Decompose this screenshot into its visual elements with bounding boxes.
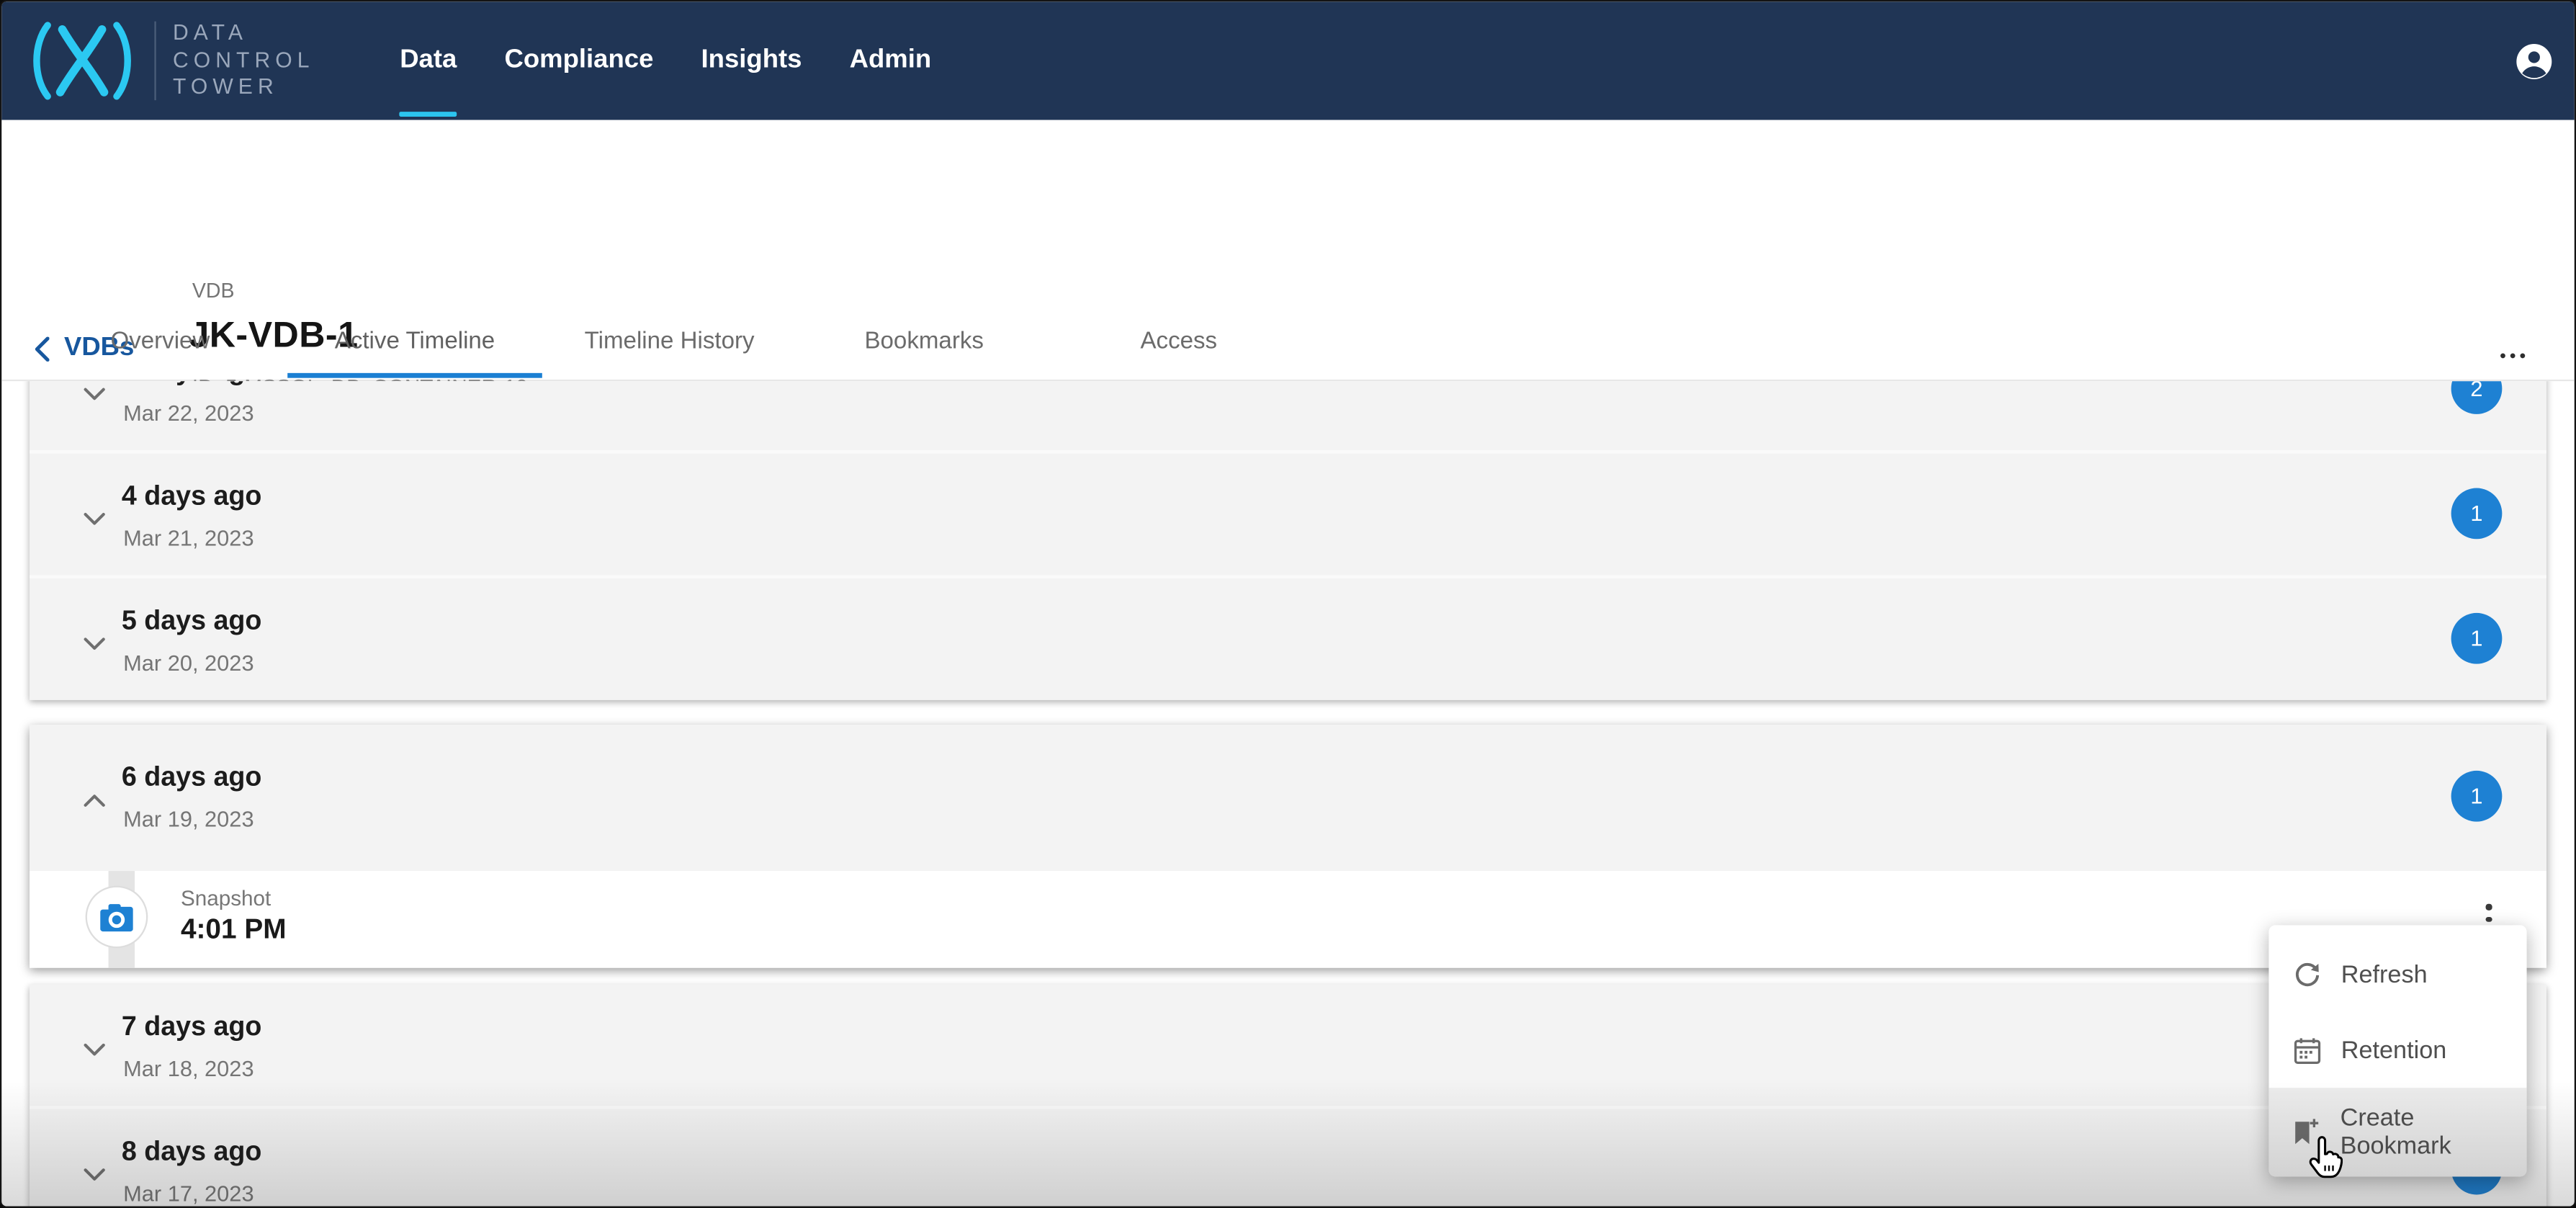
- row-date: Mar 22, 2023: [123, 401, 254, 426]
- event-time: 4:01 PM: [181, 913, 287, 947]
- entity-type-label: VDB: [192, 279, 235, 303]
- page-header: VDBs VDB JK-VDB-1 ID: 5-MSSQL_DB_CONTAIN…: [1, 120, 2574, 382]
- nav-item-data[interactable]: Data: [400, 1, 457, 120]
- nav-item-compliance[interactable]: Compliance: [504, 1, 653, 120]
- menu-item-retention[interactable]: Retention: [2268, 1012, 2526, 1088]
- tab-bar: Overview Active Timeline Timeline Histor…: [33, 328, 1306, 380]
- chevron-up-icon[interactable]: [84, 794, 105, 807]
- row-date: Mar 20, 2023: [123, 650, 254, 675]
- event-type-label: Snapshot: [181, 886, 271, 911]
- timeline-list: 3 days ago Mar 22, 2023 2 4 days ago Mar…: [1, 381, 2574, 1207]
- row-date: Mar 21, 2023: [123, 526, 254, 550]
- row-date: Mar 18, 2023: [123, 1057, 254, 1081]
- delphix-logo-icon: [24, 18, 140, 104]
- chevron-down-icon[interactable]: [84, 388, 105, 401]
- row-label: 5 days ago: [122, 607, 262, 637]
- tab-access[interactable]: Access: [1051, 328, 1306, 380]
- tab-bookmarks[interactable]: Bookmarks: [796, 328, 1051, 380]
- row-label: 6 days ago: [122, 763, 262, 794]
- chevron-down-icon[interactable]: [84, 513, 105, 526]
- tab-timeline-history[interactable]: Timeline History: [542, 328, 797, 380]
- user-avatar-icon[interactable]: [2516, 42, 2553, 80]
- timeline-row-mar21[interactable]: 4 days ago Mar 21, 2023 1: [30, 450, 2546, 575]
- timeline-row-mar19[interactable]: 6 days ago Mar 19, 2023 1: [30, 725, 2546, 871]
- timeline-group-paper: 7 days ago Mar 18, 2023 1 8 days ago Mar…: [30, 984, 2546, 1207]
- menu-item-label: Retention: [2341, 1036, 2446, 1064]
- logo-divider: [154, 22, 156, 101]
- timeline-row-mar18[interactable]: 7 days ago Mar 18, 2023 1: [30, 984, 2546, 1106]
- timeline-row-mar20[interactable]: 5 days ago Mar 20, 2023 1: [30, 575, 2546, 699]
- timeline-group-paper: 3 days ago Mar 22, 2023 2 4 days ago Mar…: [30, 381, 2546, 700]
- tab-overview[interactable]: Overview: [33, 328, 288, 380]
- nav-item-admin[interactable]: Admin: [850, 1, 932, 120]
- event-count-badge: 1: [2451, 488, 2503, 540]
- menu-item-label: Create Bookmark: [2341, 1104, 2527, 1160]
- more-actions-button[interactable]: [2494, 346, 2531, 364]
- refresh-icon: [2292, 960, 2321, 988]
- chevron-down-icon[interactable]: [84, 1168, 105, 1181]
- event-marker: [86, 886, 148, 949]
- snapshot-context-menu: Refresh Retention: [2268, 925, 2526, 1176]
- menu-item-refresh[interactable]: Refresh: [2268, 936, 2526, 1012]
- nav-item-insights[interactable]: Insights: [701, 1, 802, 120]
- app-title: DATACONTROLTOWER: [173, 20, 315, 101]
- row-label: 3 days ago: [122, 381, 262, 388]
- timeline-expanded-card: 6 days ago Mar 19, 2023 1 Snapshot 4:01 …: [30, 725, 2546, 968]
- event-count-badge: 1: [2451, 771, 2503, 822]
- snapshot-event-row: Snapshot 4:01 PM: [30, 871, 2546, 968]
- bookmark-add-icon: [2292, 1117, 2320, 1147]
- main-nav: Data Compliance Insights Admin: [400, 1, 979, 120]
- event-count-badge: 2: [2451, 381, 2503, 414]
- row-date: Mar 19, 2023: [123, 807, 254, 831]
- chevron-down-icon[interactable]: [84, 637, 105, 650]
- event-count-badge: 1: [2451, 613, 2503, 664]
- menu-item-label: Refresh: [2341, 960, 2428, 988]
- tab-active-timeline[interactable]: Active Timeline: [287, 328, 542, 380]
- chevron-down-icon[interactable]: [84, 1044, 105, 1057]
- top-nav-bar: DATACONTROLTOWER Data Compliance Insight…: [1, 1, 2574, 120]
- camera-icon: [100, 903, 133, 931]
- row-label: 8 days ago: [122, 1137, 262, 1168]
- timeline-row-mar22[interactable]: 3 days ago Mar 22, 2023 2: [30, 381, 2546, 450]
- calendar-icon: [2292, 1036, 2321, 1064]
- row-label: 4 days ago: [122, 481, 262, 512]
- menu-item-create-bookmark[interactable]: Create Bookmark: [2268, 1088, 2526, 1176]
- row-label: 7 days ago: [122, 1012, 262, 1043]
- app-window: DATACONTROLTOWER Data Compliance Insight…: [0, 0, 2576, 1208]
- row-date: Mar 17, 2023: [123, 1181, 254, 1206]
- timeline-row-mar17[interactable]: 8 days ago Mar 17, 2023 1: [30, 1106, 2546, 1207]
